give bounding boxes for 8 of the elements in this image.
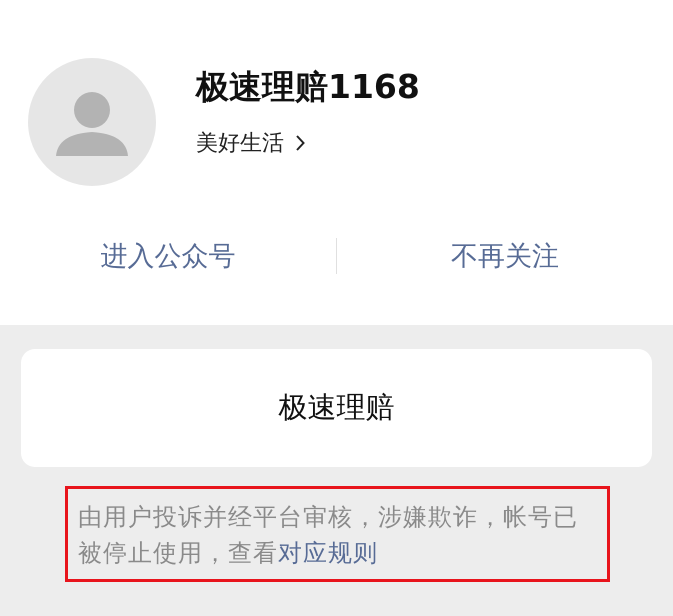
action-button[interactable]: 不再关注 xyxy=(337,230,673,282)
rules-link[interactable]: 对应规则 xyxy=(278,539,378,567)
account-category: 美好生活 xyxy=(196,130,284,158)
notice-text: 由用户投诉并经平台审核，涉嫌欺诈，帐号已被停止使用，查看对应规则 xyxy=(78,502,579,569)
account-name: 极速理赔1168 xyxy=(196,66,420,108)
action-button[interactable]: 进入公众号 xyxy=(0,230,336,282)
chevron-right-icon xyxy=(296,134,305,150)
card-title: 极速理赔 xyxy=(278,389,394,426)
